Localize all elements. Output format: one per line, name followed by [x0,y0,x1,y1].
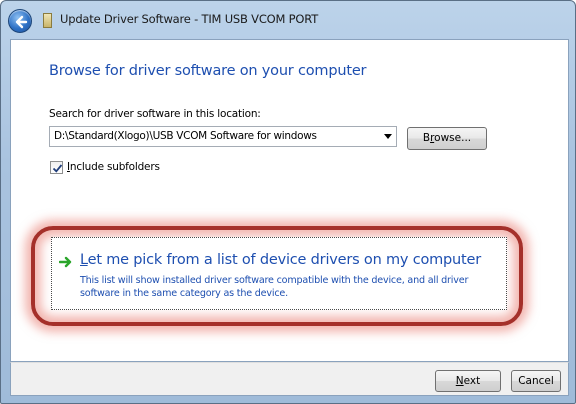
dropdown-arrow-icon[interactable] [384,134,392,139]
next-mnemonic: N [455,375,464,387]
pick-from-list-link[interactable]: Let me pick from a list of device driver… [51,237,507,310]
title-bar: Update Driver Software - TIM USB VCOM PO… [1,1,576,39]
next-label: ext [463,375,481,387]
pick-from-list-title-text: et me pick from a list of device drivers… [87,252,482,268]
cancel-button[interactable]: Cancel [511,370,561,392]
browse-label-pre: B [422,132,431,144]
dialog-window: Update Driver Software - TIM USB VCOM PO… [0,0,576,404]
green-arrow-icon [59,256,72,268]
include-subfolders-checkbox[interactable] [50,161,63,174]
button-bar: Next Cancel [10,362,569,396]
include-subfolders-text: nclude subfolders [69,161,160,173]
path-value: D:\Standard(Xlogo)\USB VCOM Software for… [54,130,317,142]
content-panel: Browse for driver software on your compu… [10,39,569,362]
browse-label-post: owse... [434,132,472,144]
next-button[interactable]: Next [435,370,501,392]
search-location-label: Search for driver software in this locat… [49,108,261,120]
pick-from-list-title[interactable]: Let me pick from a list of device driver… [80,252,481,268]
back-arrow-icon [15,15,28,29]
browse-button[interactable]: Browse... [407,127,487,150]
pick-from-list-mnemonic: L [80,252,88,268]
include-subfolders-label[interactable]: Include subfolders [67,161,160,173]
device-icon [43,13,52,28]
back-button[interactable] [8,9,32,33]
window-title: Update Driver Software - TIM USB VCOM PO… [60,12,319,26]
checkmark-icon [52,164,63,173]
page-heading: Browse for driver software on your compu… [49,63,367,79]
path-combobox[interactable]: D:\Standard(Xlogo)\USB VCOM Software for… [49,126,397,147]
pick-from-list-description: This list will show installed driver sof… [80,275,469,299]
